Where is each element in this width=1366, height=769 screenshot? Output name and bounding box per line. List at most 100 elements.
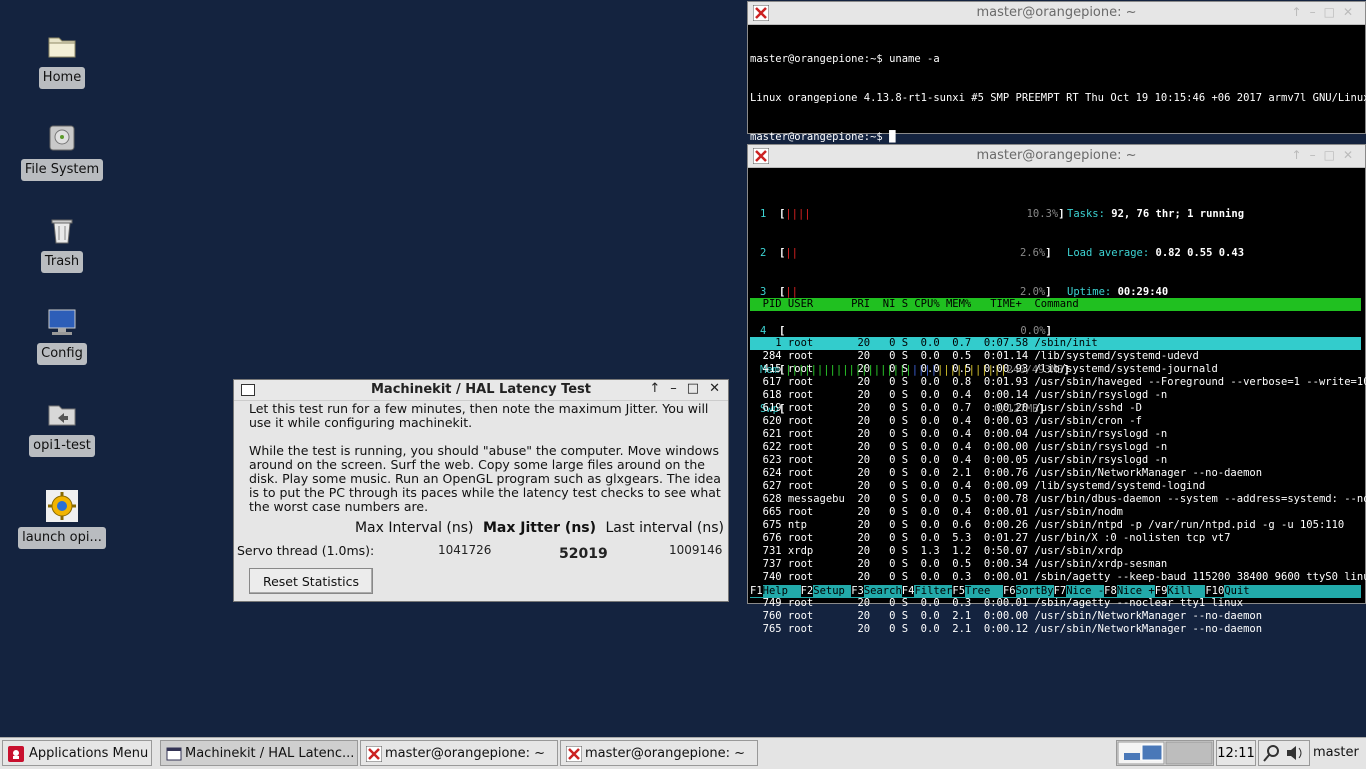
- desktop-icon-label: Trash: [40, 251, 84, 273]
- process-row[interactable]: 617 root 20 0 S 0.0 0.8 0:01.93 /usr/sbi…: [750, 376, 1366, 389]
- process-row[interactable]: 621 root 20 0 S 0.0 0.4 0:00.04 /usr/sbi…: [750, 428, 1361, 441]
- task-label: master@orangepione: ~: [385, 746, 546, 761]
- process-row[interactable]: 1 root 20 0 S 0.0 0.7 0:07.58 /sbin/init: [750, 337, 1361, 350]
- terminal-window-2[interactable]: master@orangepione: ~ ↑–□✕ 1 [|||| 10.3%]…: [747, 144, 1366, 635]
- process-row[interactable]: 620 root 20 0 S 0.0 0.4 0:00.03 /usr/sbi…: [750, 415, 1361, 428]
- function-key[interactable]: F5: [952, 585, 966, 597]
- function-key-label[interactable]: Filter: [914, 585, 953, 597]
- process-row[interactable]: 749 root 20 0 S 0.0 0.3 0:00.01 /sbin/ag…: [750, 597, 1361, 610]
- process-row[interactable]: 676 root 20 0 S 0.0 5.3 0:01.27 /usr/bin…: [750, 532, 1361, 545]
- function-key-bar[interactable]: F1Help F2Setup F3SearchF4FilterF5Tree F6…: [750, 585, 1361, 598]
- folder-link-icon: [48, 405, 76, 426]
- function-key[interactable]: F6: [1002, 585, 1016, 597]
- process-row[interactable]: 619 root 20 0 S 0.0 0.7 0:00.20 /usr/sbi…: [750, 402, 1361, 415]
- clock[interactable]: 12:11: [1216, 740, 1256, 766]
- process-row[interactable]: 618 root 20 0 S 0.0 0.4 0:00.14 /usr/sbi…: [750, 389, 1361, 402]
- x-terminal-icon: [366, 746, 382, 762]
- table-header[interactable]: PID USER PRI NI S CPU% MEM% TIME+ Comman…: [750, 298, 1361, 311]
- col-max-jitter: Max Jitter (ns): [482, 520, 597, 536]
- function-key[interactable]: F2: [800, 585, 814, 597]
- process-row[interactable]: 737 root 20 0 S 0.0 0.5 0:00.34 /usr/sbi…: [750, 558, 1361, 571]
- process-row[interactable]: 622 root 20 0 S 0.0 0.4 0:00.00 /usr/sbi…: [750, 441, 1361, 454]
- desktop-icon-label: Home: [38, 67, 86, 89]
- desktop-icon-file-system[interactable]: File System: [16, 122, 108, 181]
- dialog-title-bar[interactable]: Machinekit / HAL Latency Test ↑ – □ ✕: [234, 380, 728, 401]
- user-name[interactable]: master: [1313, 740, 1359, 766]
- max-interval-value: 1041726: [438, 543, 492, 557]
- window-controls[interactable]: ↑–□✕: [1292, 148, 1361, 162]
- process-row[interactable]: 284 root 20 0 S 0.0 0.5 0:01.14 /lib/sys…: [750, 350, 1361, 363]
- desktop-icon-trash[interactable]: Trash: [16, 214, 108, 273]
- maximize-icon: □: [686, 381, 700, 396]
- function-key[interactable]: F10: [1205, 585, 1225, 597]
- task-label: master@orangepione: ~: [585, 746, 746, 761]
- function-key-label[interactable]: Search: [863, 585, 902, 597]
- function-key-label[interactable]: SortBy: [1015, 585, 1054, 597]
- title-bar[interactable]: master@orangepione: ~ ↑–□✕: [748, 2, 1365, 25]
- desktop-icon-label: launch opi...: [18, 527, 106, 549]
- desktop-icon-home[interactable]: Home: [16, 30, 108, 89]
- window-controls[interactable]: ↑–□✕: [639, 381, 720, 396]
- terminal-line: master@orangepione:~$ █: [750, 131, 896, 143]
- function-key[interactable]: F1: [750, 585, 763, 597]
- last-interval-value: 1009146: [669, 543, 723, 557]
- process-row[interactable]: 627 root 20 0 S 0.0 0.4 0:00.09 /lib/sys…: [750, 480, 1361, 493]
- terminal-line: master@orangepione:~$ uname -a: [750, 53, 940, 65]
- function-key-label[interactable]: Nice -: [1066, 585, 1105, 597]
- applications-menu-icon: [8, 746, 24, 762]
- desktop-icon-config[interactable]: Config: [16, 306, 108, 365]
- window-title: master@orangepione: ~: [976, 148, 1137, 163]
- cpu-meter: 2 [|| 2.6%]: [760, 247, 1052, 259]
- desktop-icon-opi1-test[interactable]: opi1-test: [16, 398, 108, 457]
- process-row[interactable]: 628 messagebu 20 0 S 0.0 0.5 0:00.78 /us…: [750, 493, 1366, 506]
- servo-thread-label: Servo thread (1.0ms):: [237, 543, 375, 558]
- process-row[interactable]: 731 xrdp 20 0 S 1.3 1.2 0:50.07 /usr/sbi…: [750, 545, 1361, 558]
- monitor-icon: [48, 309, 76, 335]
- process-row[interactable]: 665 root 20 0 S 0.0 0.4 0:00.01 /usr/sbi…: [750, 506, 1361, 519]
- reset-statistics-button[interactable]: Reset Statistics: [249, 568, 373, 594]
- close-icon: ✕: [709, 381, 720, 396]
- gear-icon: [46, 490, 78, 522]
- desktop-icon-label: File System: [20, 159, 104, 181]
- desktop-icon-launch-opi[interactable]: launch opi...: [16, 490, 108, 549]
- function-key-label[interactable]: Kill: [1167, 585, 1206, 597]
- x-terminal-icon: [566, 746, 582, 762]
- window-controls[interactable]: ↑–□✕: [1292, 5, 1361, 19]
- col-last-interval: Last interval (ns): [605, 520, 724, 536]
- task-button-terminal-2[interactable]: master@orangepione: ~: [560, 740, 758, 766]
- function-key[interactable]: F8: [1104, 585, 1117, 597]
- search-icon: [1263, 745, 1279, 762]
- process-row[interactable]: 740 root 20 0 S 0.0 0.3 0:00.01 /sbin/ag…: [750, 571, 1366, 584]
- process-row[interactable]: 765 root 20 0 S 0.0 2.1 0:00.12 /usr/sbi…: [750, 623, 1361, 636]
- workspace-pager[interactable]: [1116, 740, 1214, 766]
- process-row[interactable]: 623 root 20 0 S 0.0 0.4 0:00.05 /usr/sbi…: [750, 454, 1361, 467]
- workspace-thumbnails: [1117, 741, 1213, 765]
- system-tray[interactable]: [1258, 740, 1310, 766]
- task-button-terminal-1[interactable]: master@orangepione: ~: [360, 740, 558, 766]
- task-button-latency-test[interactable]: Machinekit / HAL Latenc...: [160, 740, 358, 766]
- terminal-window-1[interactable]: master@orangepione: ~ ↑–□✕ master@orange…: [747, 1, 1366, 143]
- function-key-label[interactable]: Quit: [1224, 585, 1263, 597]
- folder-icon: [48, 37, 76, 58]
- function-key[interactable]: F3: [851, 585, 864, 597]
- function-key[interactable]: F9: [1154, 585, 1168, 597]
- process-row[interactable]: 624 root 20 0 S 0.0 2.1 0:00.76 /usr/sbi…: [750, 467, 1361, 480]
- cpu-meter: 1 [|||| 10.3%]: [760, 208, 1065, 220]
- task-label: Machinekit / HAL Latenc...: [185, 746, 355, 761]
- process-row[interactable]: 675 ntp 20 0 S 0.0 0.6 0:00.26 /usr/sbin…: [750, 519, 1361, 532]
- function-key-label[interactable]: Setup: [813, 585, 852, 597]
- trash-icon: [51, 219, 73, 244]
- latency-test-dialog[interactable]: Machinekit / HAL Latency Test ↑ – □ ✕ Let t…: [233, 379, 729, 602]
- function-key[interactable]: F4: [901, 585, 915, 597]
- function-key-label[interactable]: Nice +: [1116, 585, 1155, 597]
- function-key-label[interactable]: Tree: [965, 585, 1003, 597]
- applications-menu-label: Applications Menu: [29, 746, 149, 761]
- function-key[interactable]: F7: [1053, 585, 1067, 597]
- process-row[interactable]: 760 root 20 0 S 0.0 2.1 0:00.00 /usr/sbi…: [750, 610, 1361, 623]
- process-table[interactable]: PID USER PRI NI S CPU% MEM% TIME+ Comman…: [750, 272, 1366, 662]
- process-row[interactable]: 415 root 20 0 S 0.0 0.5 0:00.93 /lib/sys…: [750, 363, 1361, 376]
- drive-icon: [49, 125, 75, 151]
- applications-menu-button[interactable]: Applications Menu: [2, 740, 152, 766]
- title-bar[interactable]: master@orangepione: ~ ↑–□✕: [748, 145, 1365, 168]
- function-key-label[interactable]: Help: [762, 585, 801, 597]
